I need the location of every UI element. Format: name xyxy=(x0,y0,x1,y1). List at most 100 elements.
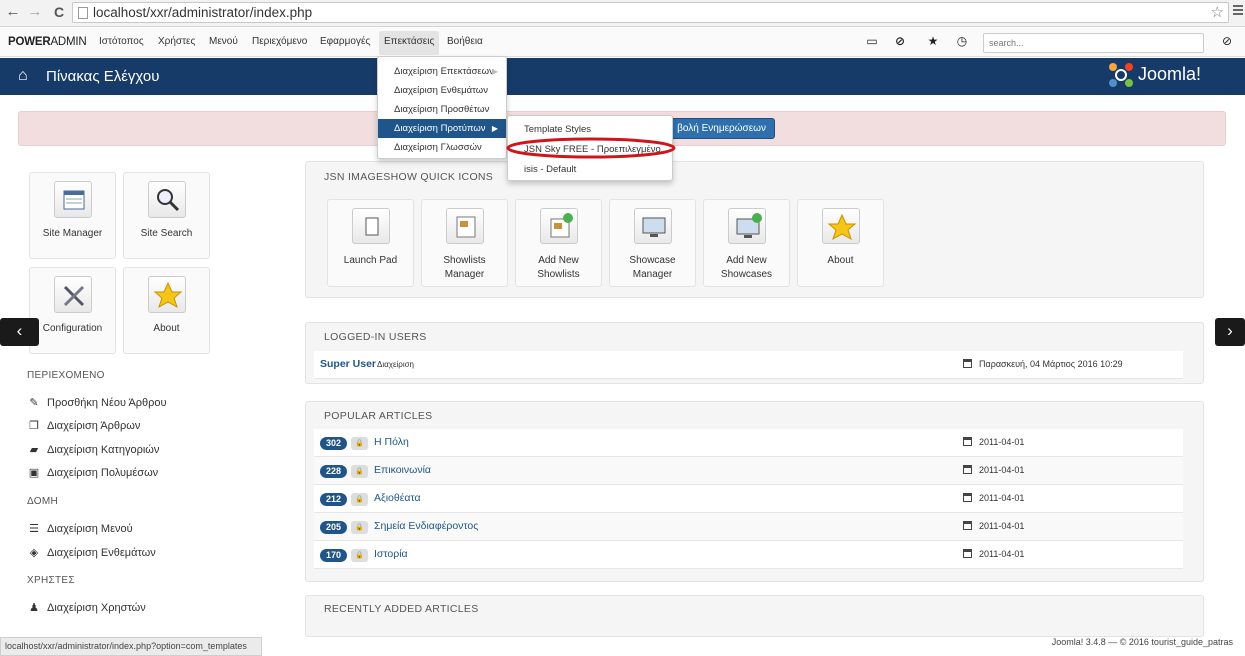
login-date: Παρασκευή, 04 Μάρτιος 2016 10:29 xyxy=(963,359,1123,369)
table-row: 205 🔒 Σημεία Ενδιαφέροντος 2011-04-01 xyxy=(314,513,1183,541)
calendar-icon xyxy=(963,465,972,474)
extensions-dropdown: Διαχείριση Επεκτάσεων ▶ Διαχείριση Ενθεμά… xyxy=(377,56,507,159)
next-arrow-icon[interactable]: › xyxy=(1215,318,1245,346)
article-link[interactable]: Σημεία Ενδιαφέροντος xyxy=(374,520,478,532)
quickicon-label: Site Search xyxy=(140,228,193,239)
popular-articles-panel: POPULAR ARTICLES 302 🔒 Η Πόλη 2011-04-01… xyxy=(305,401,1204,582)
disabled-icon[interactable]: ⊘ xyxy=(893,34,907,48)
sidebar-link-categories[interactable]: ▰ Διαχείριση Κατηγοριών xyxy=(27,443,160,456)
quickicon-add-showlists[interactable]: Add New Showlists xyxy=(515,199,602,287)
sidebar-link-media[interactable]: ▣ Διαχείριση Πολυμέσων xyxy=(27,466,158,479)
image-icon: ▣ xyxy=(28,467,40,479)
admin-navbar: POWERADMIN Ιστότοπος Χρήστες Μενού Περιε… xyxy=(0,28,1245,57)
quickicon-label: Site Manager xyxy=(42,228,103,239)
page-icon xyxy=(78,7,88,19)
article-date: 2011-04-01 xyxy=(963,465,1024,475)
quickicon-launch-pad[interactable]: Launch Pad xyxy=(327,199,414,287)
nav-site[interactable]: Ιστότοπος xyxy=(99,36,144,47)
quickicon-imageshow-about[interactable]: About xyxy=(797,199,884,287)
user-icon: ♟ xyxy=(29,602,39,614)
nav-help[interactable]: Βοήθεια xyxy=(447,36,483,47)
quickicon-configuration[interactable]: Configuration xyxy=(29,267,116,354)
page-title: Πίνακας Ελέγχου xyxy=(46,68,160,85)
user-name-link[interactable]: Super User xyxy=(320,358,376,370)
article-date: 2011-04-01 xyxy=(963,549,1024,559)
menu-item-plugin-manager[interactable]: Διαχείριση Προσθέτων xyxy=(378,100,506,119)
sidebar-link-add-article[interactable]: ✎ Προσθήκη Νέου Άρθρου xyxy=(27,396,166,409)
nav-menus[interactable]: Μενού xyxy=(209,36,238,47)
monitor-icon[interactable]: ▭ xyxy=(865,34,879,48)
star-icon[interactable]: ★ xyxy=(926,34,940,48)
calendar-icon xyxy=(963,521,972,530)
quickicon-site-manager[interactable]: Site Manager xyxy=(29,172,116,259)
lock-icon: 🔒 xyxy=(351,493,368,506)
prev-arrow-icon[interactable]: ‹ xyxy=(0,318,39,346)
joomla-wordmark: Joomla! xyxy=(1138,64,1202,84)
nav-content[interactable]: Περιεχόμενο xyxy=(252,36,307,47)
quickicon-label: Showcase Manager xyxy=(629,255,676,280)
add-showlist-icon xyxy=(540,208,578,244)
copy-icon: ❐ xyxy=(29,420,39,432)
calendar-icon xyxy=(963,437,972,446)
quickicon-showlists-manager[interactable]: Showlists Manager xyxy=(421,199,508,287)
star-icon xyxy=(822,208,860,244)
sidebar-heading-users: ΧΡΗΣΤΕΣ xyxy=(27,575,75,586)
imageshow-panel: JSN IMAGESHOW QUICK ICONS Launch Pad Sho… xyxy=(305,161,1204,298)
quickicon-label: Launch Pad xyxy=(343,255,398,266)
calendar-icon xyxy=(963,493,972,502)
cube-icon: ◈ xyxy=(29,547,39,559)
reload-button[interactable]: C xyxy=(50,3,68,21)
sidebar-link-articles[interactable]: ❐ Διαχείριση Άρθρων xyxy=(27,419,140,432)
sidebar-link-menus[interactable]: ☰ Διαχείριση Μενού xyxy=(27,522,133,535)
joomla-logo: Joomla! xyxy=(1108,62,1228,90)
brand-logo[interactable]: POWERADMIN xyxy=(8,36,87,48)
menu-item-module-manager[interactable]: Διαχείριση Ενθεμάτων xyxy=(378,81,506,100)
browser-menu-icon[interactable] xyxy=(1233,5,1243,19)
showlist-icon xyxy=(446,208,484,244)
lock-icon: 🔒 xyxy=(351,549,368,562)
back-button[interactable]: ← xyxy=(4,3,22,21)
article-link[interactable]: Αξιοθέατα xyxy=(374,492,421,504)
hits-badge: 205 xyxy=(320,521,347,534)
quickicon-add-showcases[interactable]: Add New Showcases xyxy=(703,199,790,287)
quickicon-showcase-manager[interactable]: Showcase Manager xyxy=(609,199,696,287)
sidebar-link-users[interactable]: ♟ Διαχείριση Χρηστών xyxy=(27,601,146,614)
quickicon-about[interactable]: About xyxy=(123,267,210,354)
clock-icon[interactable]: ◷ xyxy=(955,34,969,48)
menu-item-language-manager[interactable]: Διαχείριση Γλωσσών xyxy=(378,138,506,157)
quickicon-label: Configuration xyxy=(42,323,103,334)
nav-components[interactable]: Εφαρμογές xyxy=(320,36,370,47)
footer-copyright: Joomla! 3.4.8 — © 2016 tourist_guide_pat… xyxy=(1051,637,1233,647)
panel-heading: POPULAR ARTICLES xyxy=(324,410,433,422)
forward-button[interactable]: → xyxy=(26,3,44,21)
table-row: Super User Διαχείριση Παρασκευή, 04 Μάρτ… xyxy=(314,351,1183,379)
home-icon[interactable]: ⌂ xyxy=(18,67,28,85)
nav-extensions[interactable]: Επεκτάσεις xyxy=(379,31,440,55)
recent-articles-panel: RECENTLY ADDED ARTICLES xyxy=(305,595,1204,637)
quickicon-label: Add New Showlists xyxy=(537,255,580,280)
menu-item-isis-default[interactable]: isis - Default xyxy=(508,160,672,179)
browser-toolbar: ← → C localhost/xxr/administrator/index.… xyxy=(0,0,1245,27)
menu-item-template-manager[interactable]: Διαχείριση Προτύπων ▶ xyxy=(378,119,506,138)
bookmark-star-icon[interactable]: ☆ xyxy=(1211,3,1224,21)
address-bar[interactable]: localhost/xxr/administrator/index.php ☆ xyxy=(72,2,1229,23)
quickicon-label: About xyxy=(827,255,854,266)
hits-badge: 302 xyxy=(320,437,347,450)
sidebar-link-modules[interactable]: ◈ Διαχείριση Ενθεμάτων xyxy=(27,546,156,559)
nav-users[interactable]: Χρήστες xyxy=(158,36,195,47)
search-input[interactable] xyxy=(983,33,1204,53)
table-row: 228 🔒 Επικοινωνία 2011-04-01 xyxy=(314,457,1183,485)
lock-icon: 🔒 xyxy=(351,465,368,478)
calendar-icon xyxy=(963,359,972,368)
user-status-icon[interactable]: ⊘ xyxy=(1220,34,1234,48)
tools-icon xyxy=(54,276,92,313)
article-link[interactable]: Ιστορία xyxy=(374,548,408,560)
menu-item-extension-manager[interactable]: Διαχείριση Επεκτάσεων ▶ xyxy=(378,62,506,81)
panel-heading: LOGGED-IN USERS xyxy=(324,331,427,343)
article-link[interactable]: Η Πόλη xyxy=(374,436,409,448)
quickicon-label: Showlists Manager xyxy=(443,255,486,280)
article-date: 2011-04-01 xyxy=(963,437,1024,447)
article-link[interactable]: Επικοινωνία xyxy=(374,464,431,476)
user-role: Διαχείριση xyxy=(377,360,415,369)
quickicon-site-search[interactable]: Site Search xyxy=(123,172,210,259)
